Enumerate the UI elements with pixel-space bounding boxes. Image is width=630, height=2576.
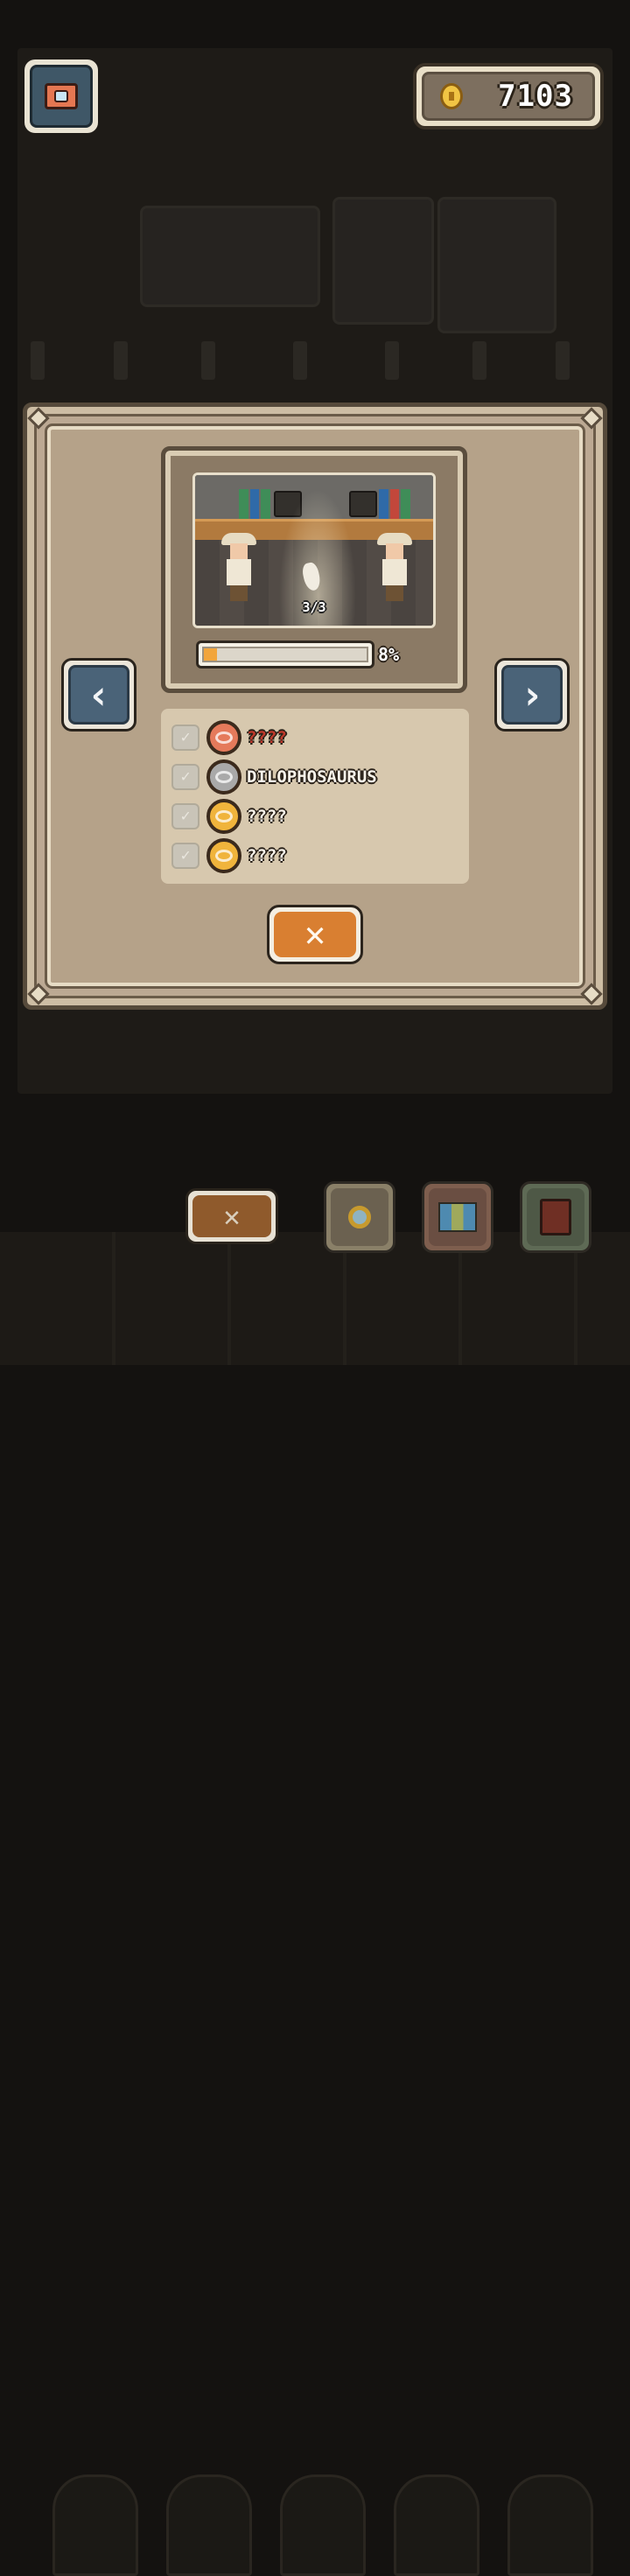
rope-post xyxy=(114,341,128,380)
background-arch xyxy=(166,2474,252,2576)
magnifier-icon xyxy=(331,1188,388,1246)
next-button[interactable]: › xyxy=(494,658,570,732)
camera-icon xyxy=(45,83,78,109)
close-icon: ✕ xyxy=(192,1195,271,1237)
camera-lens xyxy=(54,90,68,102)
coin-counter-face: 7103 xyxy=(422,72,595,121)
rope-post xyxy=(31,341,45,380)
exhibit-progress-bar xyxy=(196,640,374,668)
species-name: ???? xyxy=(247,845,287,865)
rope-post xyxy=(385,341,399,380)
search-fossil-button[interactable] xyxy=(324,1181,396,1253)
exhibit-progress-fill xyxy=(204,648,217,661)
scene-explorer-left xyxy=(221,533,256,606)
fossil-badge-icon xyxy=(206,759,242,794)
chevron-left-icon: ‹ xyxy=(68,665,130,724)
scene-explorer-right xyxy=(377,533,412,606)
background-arch xyxy=(280,2474,366,2576)
scene-bookshelf xyxy=(379,489,411,521)
close-icon: ✕ xyxy=(274,912,356,957)
rope-post xyxy=(556,341,570,380)
fossil-book-button[interactable] xyxy=(520,1181,592,1253)
species-row: ✓ ???? xyxy=(172,796,469,836)
panel-corner-ornament xyxy=(580,983,603,1005)
species-list: ✓ ???? ✓ DILOPHOSAURUS ✓ ???? ✓ ???? xyxy=(161,709,469,884)
check-icon: ✓ xyxy=(172,802,200,830)
species-row: ✓ ???? xyxy=(172,718,469,757)
background-arch xyxy=(508,2474,593,2576)
close-button[interactable]: ✕ xyxy=(267,905,363,964)
coin-icon xyxy=(440,83,463,109)
background-bookshelf xyxy=(438,197,556,333)
exhibit-progress-track xyxy=(202,647,368,662)
species-name: DILOPHOSAURUS xyxy=(247,766,377,787)
fossil-badge-icon xyxy=(206,837,242,873)
coin-amount: 7103 xyxy=(498,79,573,114)
fossil-badge-icon xyxy=(206,719,242,755)
species-row: ✓ ???? xyxy=(172,836,469,875)
species-row: ✓ DILOPHOSAURUS xyxy=(172,757,469,796)
check-icon: ✓ xyxy=(172,763,200,790)
fossil-count: 3/3 xyxy=(302,599,326,615)
rope-post xyxy=(293,341,307,380)
previous-button[interactable]: ‹ xyxy=(61,658,136,732)
background-arch xyxy=(52,2474,138,2576)
scene-bookshelf xyxy=(239,489,271,521)
rope-post xyxy=(201,341,215,380)
bottom-close-button[interactable]: ✕ xyxy=(186,1188,278,1244)
background-cabinet xyxy=(332,197,434,325)
panel-corner-ornament xyxy=(27,407,50,430)
camera-button-face xyxy=(30,65,93,128)
rope-post xyxy=(472,341,486,380)
panel-corner-ornament xyxy=(580,407,603,430)
exhibit-scene-image: 3/3 xyxy=(192,472,436,628)
coin-counter: 7103 xyxy=(413,63,604,130)
species-name: ???? xyxy=(247,806,287,826)
map-icon xyxy=(429,1188,486,1246)
panel-corner-ornament xyxy=(27,983,50,1005)
check-icon: ✓ xyxy=(172,842,200,869)
fossil-badge-icon xyxy=(206,798,242,834)
map-button[interactable] xyxy=(422,1181,494,1253)
book-icon xyxy=(527,1188,584,1246)
chevron-right-icon: › xyxy=(501,665,563,724)
exhibit-progress-label: 8% xyxy=(378,644,400,665)
background-arch xyxy=(394,2474,480,2576)
background-cabinet xyxy=(140,206,320,307)
check-icon: ✓ xyxy=(172,724,200,751)
species-name: ???? xyxy=(247,727,287,747)
camera-button[interactable] xyxy=(24,60,98,133)
